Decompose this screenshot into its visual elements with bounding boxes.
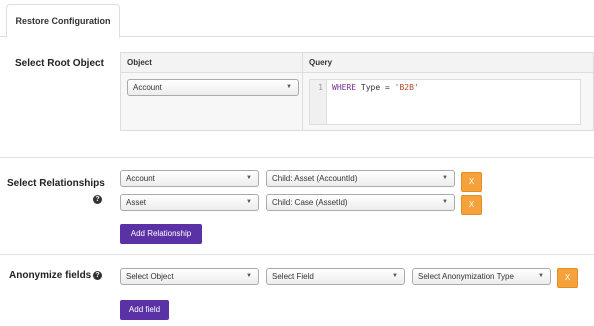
caret-down-icon: ▼: [246, 175, 252, 181]
remove-relationship-button[interactable]: X: [461, 195, 482, 215]
root-object-label: Select Root Object: [15, 58, 104, 69]
relationship-parent-value: Asset: [126, 198, 147, 207]
caret-down-icon: ▼: [246, 273, 252, 279]
remove-anonymize-field-button[interactable]: X: [557, 268, 578, 288]
anonymization-type-select[interactable]: Select Anonymization Type ▼: [412, 268, 551, 285]
anonymize-field-select[interactable]: Select Field ▼: [266, 268, 405, 285]
question-circle-icon[interactable]: ?: [93, 195, 102, 204]
relationship-parent-select[interactable]: Asset ▼: [120, 194, 259, 211]
add-field-button[interactable]: Add field: [120, 300, 169, 320]
remove-relationship-button[interactable]: X: [461, 172, 482, 192]
query-code: WHERE Type = 'B2B': [332, 83, 419, 92]
anonymize-object-value: Select Object: [126, 272, 174, 281]
query-field: Type: [360, 83, 381, 92]
root-object-value: Account: [133, 83, 162, 92]
relationship-child-value: Child: Case (AssetId): [272, 198, 348, 207]
caret-down-icon: ▼: [286, 84, 292, 90]
caret-down-icon: ▼: [442, 175, 448, 181]
tab-bar: Restore Configuration: [0, 0, 594, 38]
anonymization-type-value: Select Anonymization Type: [418, 272, 514, 281]
relationship-parent-value: Account: [126, 174, 155, 183]
query-value: 'B2B': [394, 83, 419, 92]
caret-down-icon: ▼: [392, 273, 398, 279]
relationship-child-value: Child: Asset (AccountId): [272, 174, 358, 183]
anonymize-label: Anonymize fields: [9, 270, 92, 281]
line-number: 1: [310, 80, 327, 124]
anonymize-object-select[interactable]: Select Object ▼: [120, 268, 259, 285]
caret-down-icon: ▼: [538, 273, 544, 279]
caret-down-icon: ▼: [442, 199, 448, 205]
query-header: Query: [303, 53, 593, 73]
object-header: Object: [121, 53, 302, 73]
query-operator: =: [385, 83, 390, 92]
query-keyword: WHERE: [332, 83, 357, 92]
add-relationship-button[interactable]: Add Relationship: [120, 224, 202, 244]
question-circle-icon[interactable]: ?: [93, 271, 102, 280]
query-editor[interactable]: 1 WHERE Type = 'B2B': [309, 79, 581, 125]
relationships-label: Select Relationships: [7, 178, 105, 189]
relationship-parent-select[interactable]: Account ▼: [120, 170, 259, 187]
root-object-table: Object Account ▼ Query 1 WHERE Type = 'B…: [120, 52, 594, 131]
section-divider: [0, 157, 594, 158]
object-column: Object Account ▼: [121, 53, 303, 130]
query-column: Query 1 WHERE Type = 'B2B': [303, 53, 593, 130]
relationship-child-select[interactable]: Child: Asset (AccountId) ▼: [266, 170, 455, 187]
relationship-child-select[interactable]: Child: Case (AssetId) ▼: [266, 194, 455, 211]
caret-down-icon: ▼: [246, 199, 252, 205]
anonymize-field-value: Select Field: [272, 272, 314, 281]
root-object-select[interactable]: Account ▼: [127, 79, 299, 96]
tab-restore-configuration[interactable]: Restore Configuration: [6, 4, 120, 38]
section-divider: [0, 254, 594, 255]
